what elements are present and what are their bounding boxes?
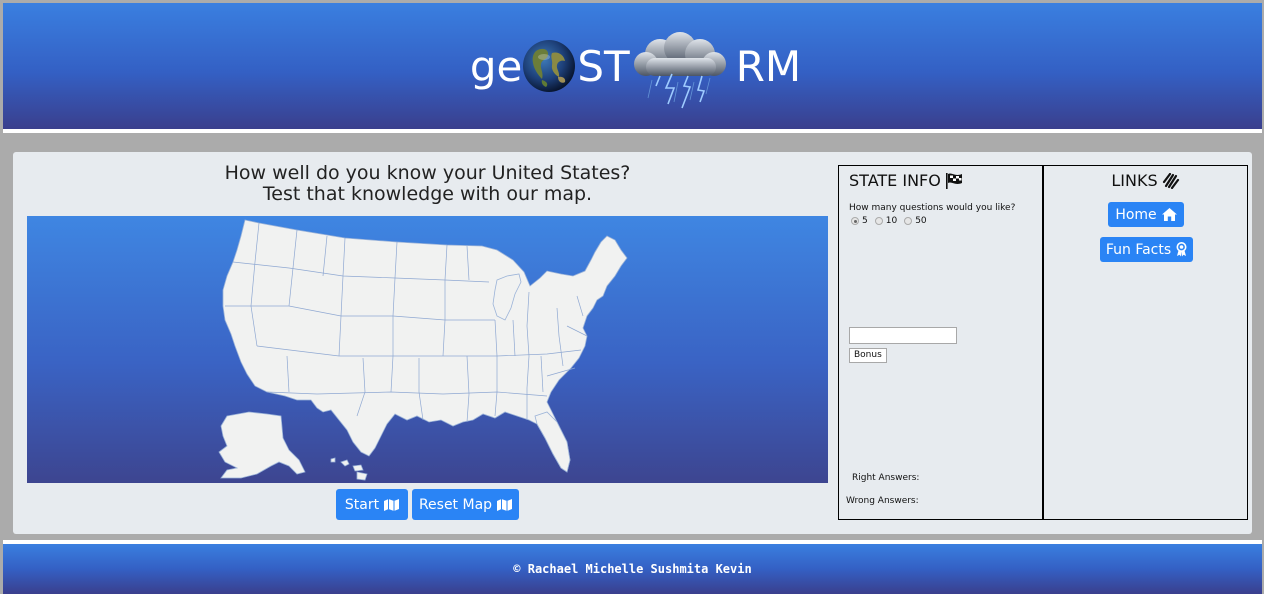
links-title: LINKS xyxy=(1044,171,1247,190)
us-map-svg[interactable] xyxy=(27,216,828,483)
wrong-answers-label: Wrong Answers: xyxy=(846,496,919,506)
fun-facts-label: Fun Facts xyxy=(1105,241,1172,258)
right-answers-label: Right Answers: xyxy=(852,473,920,483)
logo-text-st: ST xyxy=(577,41,630,91)
radio-label-10: 10 xyxy=(885,216,898,226)
links-title-text: LINKS xyxy=(1111,171,1158,190)
map-icon xyxy=(384,498,400,511)
start-label: Start xyxy=(344,496,380,513)
home-button[interactable]: Home xyxy=(1108,202,1184,227)
logo-text-rm: RM xyxy=(735,41,802,91)
header-divider xyxy=(3,129,1262,133)
state-info-panel: STATE INFO How many questions would you … xyxy=(838,165,1043,520)
radio-label-50: 50 xyxy=(915,216,927,226)
link-icon xyxy=(1162,172,1179,189)
bonus-button[interactable]: Bonus xyxy=(849,348,887,363)
award-icon xyxy=(1176,242,1187,257)
map-icon xyxy=(497,498,513,511)
hawaii-shape[interactable] xyxy=(340,459,350,467)
globe-icon xyxy=(523,40,576,92)
contiguous-us-shape[interactable] xyxy=(222,219,628,473)
bonus-input[interactable] xyxy=(849,327,957,344)
headline-line-1: How well do you know your United States? xyxy=(224,162,631,184)
radio-option-5[interactable] xyxy=(851,217,859,225)
question-count-prompt: How many questions would you like? xyxy=(849,203,1016,213)
radio-option-50[interactable] xyxy=(904,217,913,225)
site-header: ge ST RM xyxy=(3,3,1262,129)
radio-option-10[interactable] xyxy=(874,217,883,225)
radio-label-5: 5 xyxy=(862,216,868,226)
question-count-options: 5 10 50 xyxy=(851,216,934,226)
logo-text-ge: ge xyxy=(469,41,523,91)
us-map[interactable] xyxy=(27,216,828,483)
home-icon xyxy=(1161,208,1177,221)
state-info-title: STATE INFO xyxy=(849,171,963,190)
site-footer: © Rachael Michelle Sushmita Kevin xyxy=(3,544,1262,594)
flag-checkered-icon xyxy=(945,172,962,189)
footer-credits: © Rachael Michelle Sushmita Kevin xyxy=(513,562,752,576)
state-info-title-text: STATE INFO xyxy=(849,171,941,190)
quiz-headline: How well do you know your United States?… xyxy=(27,163,828,205)
storm-cloud-icon xyxy=(633,32,726,109)
start-button[interactable]: Start xyxy=(336,489,408,520)
links-panel: LINKS Home Fun Facts xyxy=(1043,165,1248,520)
fun-facts-button[interactable]: Fun Facts xyxy=(1100,237,1193,262)
home-label: Home xyxy=(1115,206,1157,223)
alaska-shape[interactable] xyxy=(218,411,306,479)
site-logo[interactable]: ge ST RM xyxy=(470,18,801,114)
quiz-panel: How well do you know your United States?… xyxy=(13,152,1252,534)
reset-map-label: Reset Map xyxy=(418,496,493,513)
reset-map-button[interactable]: Reset Map xyxy=(412,489,519,520)
headline-line-2: Test that knowledge with our map. xyxy=(262,183,593,205)
